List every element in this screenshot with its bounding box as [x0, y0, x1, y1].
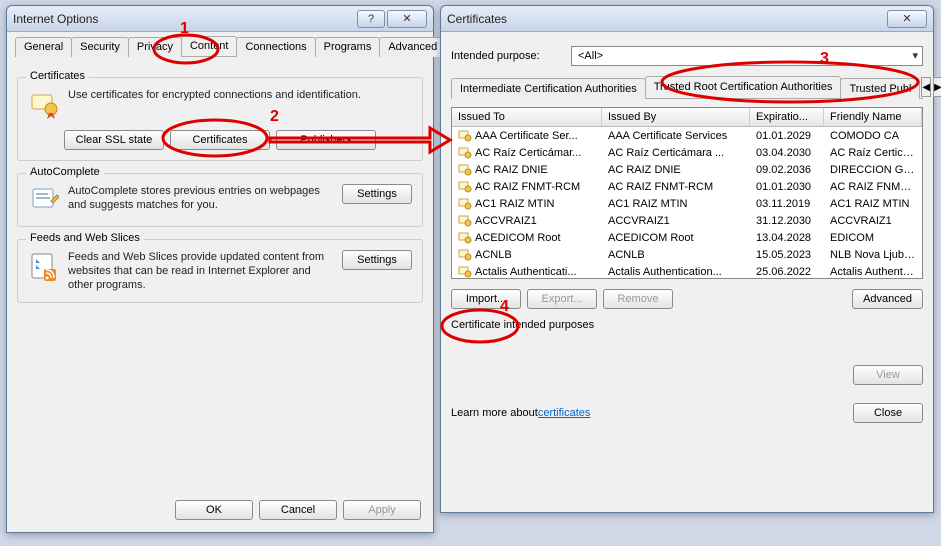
- autocomplete-group: AutoComplete AutoComplete stores previou…: [17, 173, 423, 227]
- table-row[interactable]: AC RAIZ FNMT-RCMAC RAIZ FNMT-RCM01.01.20…: [452, 178, 922, 195]
- autocomplete-text: AutoComplete stores previous entries on …: [68, 184, 334, 212]
- tab-intermediate-ca[interactable]: Intermediate Certification Authorities: [451, 78, 646, 99]
- learn-more-text: Learn more about: [451, 407, 538, 419]
- view-button[interactable]: View: [853, 365, 923, 385]
- content-pane: Intended purpose: <All> Intermediate Cer…: [441, 32, 933, 431]
- content-pane: Certificates Use certificates for encryp…: [7, 57, 433, 323]
- publishers-button[interactable]: Publishers: [276, 130, 376, 150]
- table-row[interactable]: ACEDICOM RootACEDICOM Root13.04.2028EDIC…: [452, 229, 922, 246]
- cert-group-text: Use certificates for encrypted connectio…: [68, 88, 412, 102]
- intended-purpose-label: Intended purpose:: [451, 50, 571, 62]
- cert-listview: Issued To Issued By Expiratio... Friendl…: [451, 107, 923, 279]
- cert-tabstrip: Intermediate Certification Authorities T…: [451, 76, 923, 99]
- feeds-icon: [28, 250, 60, 282]
- tab-general[interactable]: General: [15, 37, 72, 57]
- window-title: Internet Options: [13, 12, 355, 26]
- table-row[interactable]: Actalis Authenticati...Actalis Authentic…: [452, 263, 922, 278]
- window-title: Certificates: [447, 12, 885, 26]
- import-button[interactable]: Import...: [451, 289, 521, 309]
- titlebar: Certificates ✕: [441, 6, 933, 32]
- col-issued-to[interactable]: Issued To: [452, 108, 602, 126]
- table-row[interactable]: AC RAIZ DNIEAC RAIZ DNIE09.02.2036DIRECC…: [452, 161, 922, 178]
- certificate-icon: [458, 214, 472, 228]
- clear-ssl-button[interactable]: Clear SSL state: [64, 130, 164, 150]
- close-button[interactable]: ✕: [887, 10, 927, 28]
- select-value: <All>: [578, 50, 603, 62]
- close-button[interactable]: ✕: [387, 10, 427, 28]
- advanced-button[interactable]: Advanced: [852, 289, 923, 309]
- col-expiration[interactable]: Expiratio...: [750, 108, 824, 126]
- certificate-icon: [458, 231, 472, 245]
- tab-programs[interactable]: Programs: [315, 37, 381, 57]
- certificate-icon: [458, 197, 472, 211]
- certificates-group: Certificates Use certificates for encryp…: [17, 77, 423, 161]
- tab-scroll-left[interactable]: ◀: [921, 77, 931, 97]
- certificate-icon: [458, 163, 472, 177]
- cert-purposes-label: Certificate intended purposes: [451, 319, 923, 331]
- certificate-icon: [458, 265, 472, 279]
- tab-privacy[interactable]: Privacy: [128, 37, 182, 57]
- certificate-icon: [28, 88, 60, 120]
- table-row[interactable]: ACNLBACNLB15.05.2023NLB Nova Ljublja...: [452, 246, 922, 263]
- intended-purpose-select[interactable]: <All>: [571, 46, 923, 66]
- feeds-text: Feeds and Web Slices provide updated con…: [68, 250, 334, 292]
- group-title: AutoComplete: [26, 166, 104, 178]
- table-row[interactable]: ACCVRAIZ1ACCVRAIZ131.12.2030ACCVRAIZ1: [452, 212, 922, 229]
- certificate-icon: [458, 248, 472, 262]
- col-friendly-name[interactable]: Friendly Name: [824, 108, 922, 126]
- remove-button[interactable]: Remove: [603, 289, 673, 309]
- certificate-icon: [458, 129, 472, 143]
- list-header: Issued To Issued By Expiratio... Friendl…: [452, 108, 922, 127]
- table-row[interactable]: AAA Certificate Ser...AAA Certificate Se…: [452, 127, 922, 144]
- feeds-settings-button[interactable]: Settings: [342, 250, 412, 270]
- certificates-button[interactable]: Certificates: [170, 130, 270, 150]
- close-dialog-button[interactable]: Close: [853, 403, 923, 423]
- apply-button[interactable]: Apply: [343, 500, 421, 520]
- col-issued-by[interactable]: Issued By: [602, 108, 750, 126]
- autocomplete-settings-button[interactable]: Settings: [342, 184, 412, 204]
- group-title: Feeds and Web Slices: [26, 232, 144, 244]
- tab-scroll-right[interactable]: ▶: [933, 77, 941, 97]
- cancel-button[interactable]: Cancel: [259, 500, 337, 520]
- tab-trusted-publishers[interactable]: Trusted Publ: [840, 78, 920, 99]
- certificate-icon: [458, 180, 472, 194]
- group-title: Certificates: [26, 70, 89, 82]
- table-row[interactable]: AC1 RAIZ MTINAC1 RAIZ MTIN03.11.2019AC1 …: [452, 195, 922, 212]
- tab-trusted-root-ca[interactable]: Trusted Root Certification Authorities: [645, 76, 842, 98]
- table-row[interactable]: AC Raíz Certicámar...AC Raíz Certicámara…: [452, 144, 922, 161]
- ok-button[interactable]: OK: [175, 500, 253, 520]
- titlebar: Internet Options ? ✕: [7, 6, 433, 32]
- certificate-icon: [458, 146, 472, 160]
- tab-security[interactable]: Security: [71, 37, 129, 57]
- internet-options-window: Internet Options ? ✕ General Security Pr…: [6, 5, 434, 533]
- certificates-window: Certificates ✕ Intended purpose: <All> I…: [440, 5, 934, 513]
- tab-content[interactable]: Content: [181, 36, 238, 56]
- list-body[interactable]: AAA Certificate Ser...AAA Certificate Se…: [452, 127, 922, 278]
- tab-advanced[interactable]: Advanced: [379, 37, 446, 57]
- feeds-group: Feeds and Web Slices Feeds and Web Slice…: [17, 239, 423, 303]
- export-button[interactable]: Export...: [527, 289, 597, 309]
- tab-connections[interactable]: Connections: [236, 37, 315, 57]
- help-button[interactable]: ?: [357, 10, 385, 28]
- autocomplete-icon: [28, 184, 60, 216]
- tabstrip: General Security Privacy Content Connect…: [15, 36, 425, 57]
- learn-more-link[interactable]: certificates: [538, 407, 591, 419]
